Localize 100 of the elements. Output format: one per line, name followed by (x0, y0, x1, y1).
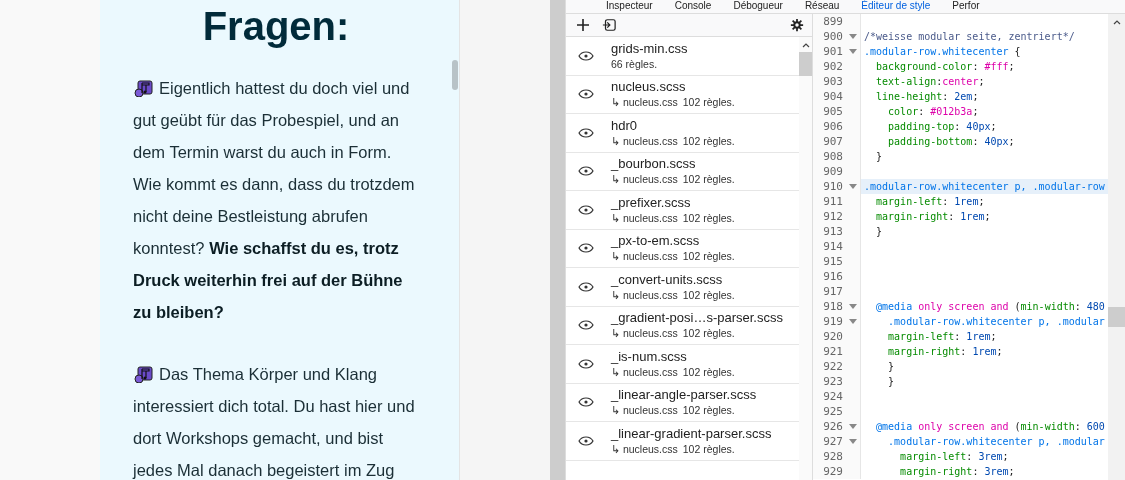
rule-count: 102 règles. (682, 210, 735, 225)
source-file: ↳ nucleus.css (611, 95, 678, 110)
eye-icon[interactable] (578, 127, 594, 138)
scrollbar-track[interactable] (799, 37, 812, 480)
devtools-tab[interactable]: Réseau (804, 0, 840, 13)
line-number: 912 (822, 210, 843, 223)
scrollbar-thumb[interactable] (452, 60, 458, 90)
eye-icon[interactable] (578, 89, 594, 100)
code-editor[interactable] (813, 14, 1125, 480)
line-number: 900 (822, 30, 843, 43)
code-line: margin-left: 3rem; (899, 450, 1009, 464)
line-number: 904 (822, 90, 843, 103)
fold-arrow-icon[interactable] (849, 184, 857, 189)
eye-icon[interactable] (578, 243, 594, 254)
line-number: 908 (822, 150, 843, 163)
line-number: 920 (822, 330, 843, 343)
rule-count: 102 règles. (682, 326, 735, 341)
code-line: margin-left: 1rem; (875, 195, 985, 209)
devtools-tab[interactable]: Console (674, 0, 712, 13)
stylesheet-name: _prefixer.scss (611, 194, 692, 211)
code-line: padding-top: 40px; (887, 120, 997, 134)
music-notes-icon (133, 365, 153, 383)
code-line: padding-bottom: 40px; (887, 135, 1015, 149)
fold-arrow-icon[interactable] (849, 49, 857, 54)
source-file: ↳ nucleus.css (611, 172, 678, 187)
eye-icon[interactable] (578, 281, 594, 292)
eye-icon[interactable] (578, 435, 594, 446)
source-file: ↳ nucleus.css (611, 287, 678, 302)
code-line: color: #012b3a; (887, 105, 979, 119)
settings-icon[interactable] (790, 18, 804, 32)
line-number: 907 (822, 135, 843, 148)
rule-count: 102 règles. (682, 172, 735, 187)
fold-arrow-icon[interactable] (849, 439, 857, 444)
line-number: 919 (822, 315, 843, 328)
code-line: .modular-row.whitecenter p, .modular (887, 435, 1105, 449)
line-number: 929 (822, 465, 843, 478)
devtools-tab[interactable]: Débogueur (733, 0, 783, 13)
rule-count: 102 règles. (682, 95, 735, 110)
eye-icon[interactable] (578, 397, 594, 408)
line-number: 927 (822, 435, 843, 448)
line-number: 905 (822, 105, 843, 118)
line-number: 922 (822, 360, 843, 373)
code-line: line-height: 2em; (875, 90, 979, 104)
scrollbar-track[interactable] (1108, 14, 1125, 480)
eye-icon[interactable] (578, 204, 594, 215)
code-line: margin-right: 1rem; (887, 345, 1003, 359)
stylesheet-name: nucleus.scss (611, 79, 687, 96)
eye-icon[interactable] (578, 166, 594, 177)
code-line: } (887, 360, 895, 374)
fold-arrow-icon[interactable] (849, 319, 857, 324)
fold-arrow-icon[interactable] (849, 304, 857, 309)
scrollbar-track[interactable] (550, 0, 565, 480)
source-file: ↳ nucleus.css (611, 249, 678, 264)
code-line: } (875, 150, 883, 164)
fold-arrow-icon[interactable] (849, 34, 857, 39)
line-number: 915 (822, 255, 843, 268)
add-icon[interactable] (576, 18, 590, 32)
rule-count: 102 règles. (682, 287, 735, 302)
line-number: 910 (822, 180, 843, 193)
code-line: text-align:center; (875, 75, 985, 89)
scrollbar-thumb[interactable] (799, 52, 812, 76)
rule-count: 102 règles. (682, 403, 735, 418)
line-number: 921 (822, 345, 843, 358)
eye-icon[interactable] (578, 358, 594, 369)
code-line: @media only screen and (min-width: 600 (875, 420, 1105, 434)
scrollbar-thumb[interactable] (1108, 307, 1125, 327)
paragraph: Eigentlich hattest du doch viel und gut geübt für das Probespiel, und an dem Termin warst du auch in Form. Wie kommt es dann, dass du trotzdem nicht deine Bestleistung abrufen konntest? Wie schaffst du es, trotz Druck weiterhin frei auf der Bühne zu bleiben? (133, 78, 416, 323)
stylesheet-name: grids-min.css (611, 40, 688, 57)
import-icon[interactable] (602, 18, 616, 32)
line-number: 914 (822, 240, 843, 253)
line-number: 918 (822, 300, 843, 313)
paragraph: Das Thema Körper und Klang interessiert dich total. Du hast hier und dort Workshops gemacht, und bist jedes Mal danach begeistert im Zug (133, 364, 416, 480)
line-number: 901 (822, 45, 843, 58)
devtools-tab[interactable]: Éditeur de style (861, 0, 931, 13)
eye-icon[interactable] (578, 320, 594, 331)
code-line: margin-left: 1rem; (887, 330, 997, 344)
rule-count: 66 règles. (611, 56, 658, 71)
scroll-up-icon[interactable] (1112, 20, 1121, 25)
stylesheet-name: hdr0 (611, 117, 639, 134)
source-file: ↳ nucleus.css (611, 364, 678, 379)
devtools-tab[interactable]: Perfor (952, 0, 980, 13)
stylesheet-name: _convert-units.scss (611, 271, 724, 288)
code-line: /*weisse modular seite, zentriert*/ (863, 30, 1075, 44)
line-number: 902 (822, 60, 843, 73)
eye-icon[interactable] (578, 50, 594, 61)
line-number: 916 (822, 270, 843, 283)
line-number: 926 (822, 420, 843, 433)
devtools-tab[interactable]: Inspecteur (606, 0, 653, 13)
source-file: ↳ nucleus.css (611, 441, 678, 456)
source-file: ↳ nucleus.css (611, 403, 678, 418)
fold-arrow-icon[interactable] (849, 424, 857, 429)
code-line: } (875, 225, 883, 239)
line-number: 909 (822, 165, 843, 178)
rule-count: 102 règles. (682, 133, 735, 148)
scroll-up-icon[interactable] (801, 43, 810, 48)
source-file: ↳ nucleus.css (611, 210, 678, 225)
line-number: 911 (822, 195, 843, 208)
code-line: margin-right: 3rem; (899, 465, 1015, 479)
rule-count: 102 règles. (682, 441, 735, 456)
code-line: .modular-row.whitecenter p, .modular (887, 315, 1105, 329)
